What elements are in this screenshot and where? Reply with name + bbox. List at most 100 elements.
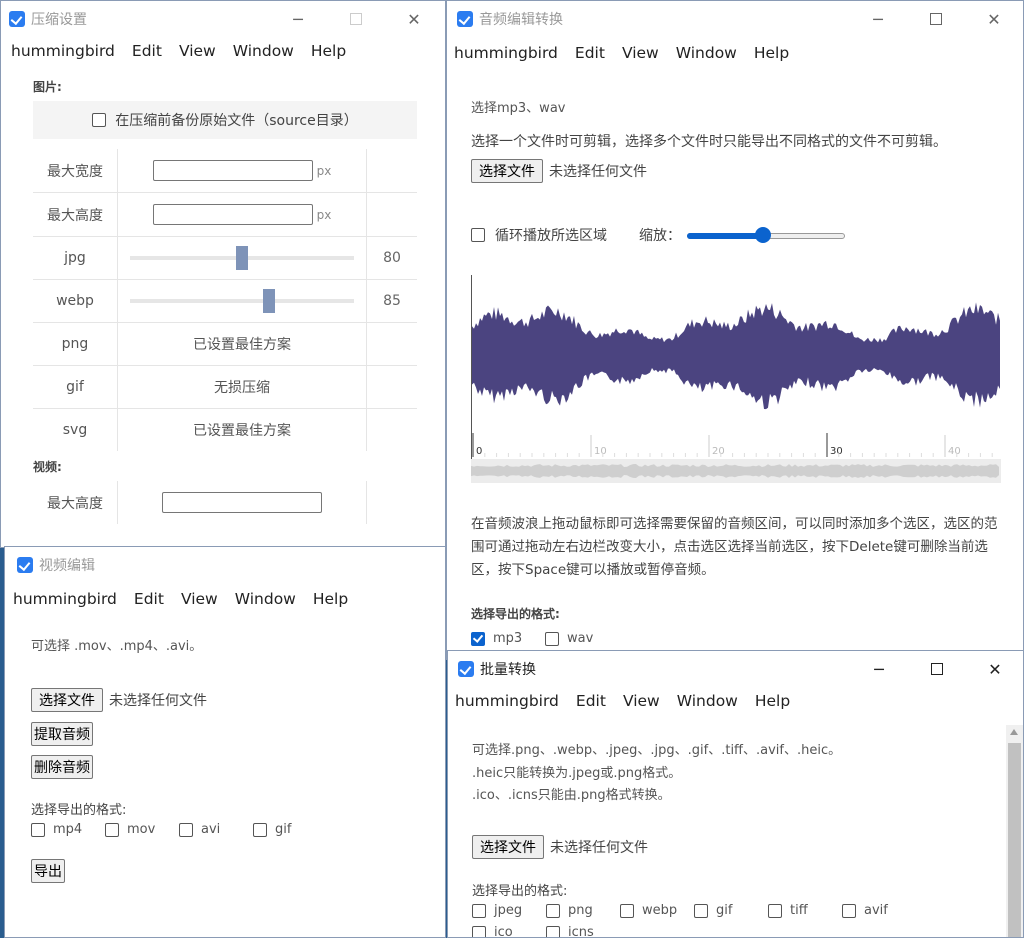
png-checkbox[interactable] [546, 903, 560, 918]
zoom-slider-thumb[interactable] [754, 227, 771, 243]
maximize-button[interactable] [908, 651, 966, 687]
compress-titlebar[interactable]: 压缩设置 ─ ✕ [1, 1, 445, 37]
menu-hummingbird[interactable]: hummingbird [454, 44, 558, 62]
choose-file-button[interactable]: 选择文件 [471, 159, 543, 183]
close-button[interactable]: ✕ [965, 1, 1023, 37]
format-option-webp[interactable]: webp [620, 903, 694, 918]
format-option-gif[interactable]: gif [253, 822, 291, 837]
mp4-checkbox[interactable] [31, 822, 45, 837]
batch-scrollbar[interactable] [1006, 725, 1023, 937]
menu-edit[interactable]: Edit [576, 692, 606, 710]
menu-help[interactable]: Help [313, 590, 348, 608]
choose-file-button[interactable]: 选择文件 [31, 688, 103, 712]
menu-window[interactable]: Window [233, 42, 294, 60]
unit-label: px [316, 163, 332, 178]
option-label: avi [201, 822, 221, 837]
scrollbar-thumb[interactable] [1008, 743, 1021, 937]
row-label: webp [33, 279, 118, 322]
menubar: hummingbird Edit View Window Help [5, 585, 445, 613]
delete-audio-button[interactable]: 删除音频 [31, 755, 93, 779]
format-option-avi[interactable]: avi [179, 822, 253, 837]
menu-view[interactable]: View [623, 692, 660, 710]
export-button[interactable]: 导出 [31, 859, 65, 883]
batch-titlebar[interactable]: 批量转换 ─ ✕ [448, 651, 1023, 687]
loop-checkbox[interactable] [471, 228, 485, 242]
timeline-tick-label: 30 [830, 446, 843, 457]
gif-checkbox[interactable] [253, 822, 267, 837]
audio-titlebar[interactable]: 音频编辑转换 ─ ✕ [447, 1, 1023, 37]
close-button[interactable]: ✕ [966, 651, 1023, 687]
max-width-row: 最大宽度 px [33, 149, 417, 193]
choose-file-button[interactable]: 选择文件 [472, 835, 544, 859]
webp-checkbox[interactable] [620, 903, 634, 918]
minimize-button[interactable]: ─ [269, 1, 327, 37]
format-option-gif[interactable]: gif [694, 903, 768, 918]
timeline-tick-label: 10 [594, 446, 607, 457]
format-option-avif[interactable]: avif [842, 903, 916, 918]
menu-hummingbird[interactable]: hummingbird [13, 590, 117, 608]
format-option-mp3[interactable]: mp3 [471, 631, 545, 646]
video-max-height-input[interactable] [162, 492, 322, 513]
menu-window[interactable]: Window [676, 44, 737, 62]
menu-help[interactable]: Help [311, 42, 346, 60]
video-section-label: 视频: [33, 460, 62, 474]
minimize-button[interactable]: ─ [849, 1, 907, 37]
gif-checkbox[interactable] [694, 903, 708, 918]
webp-slider-track[interactable] [130, 298, 354, 303]
wav-checkbox[interactable] [545, 631, 559, 646]
menu-help[interactable]: Help [754, 44, 789, 62]
menu-view[interactable]: View [179, 42, 216, 60]
mp3-checkbox[interactable] [471, 631, 485, 646]
row-label: 最大宽度 [33, 149, 118, 192]
backup-row[interactable]: 在压缩前备份原始文件（source目录） [33, 101, 417, 139]
no-file-label: 未选择任何文件 [550, 840, 648, 856]
format-option-ico[interactable]: ico [472, 925, 546, 937]
row-label: 最大高度 [33, 193, 118, 236]
format-option-jpeg[interactable]: jpeg [472, 903, 546, 918]
menu-hummingbird[interactable]: hummingbird [11, 42, 115, 60]
menu-view[interactable]: View [622, 44, 659, 62]
video-titlebar[interactable]: 视频编辑 [5, 547, 445, 583]
jpg-slider-thumb[interactable] [236, 245, 248, 270]
menu-hummingbird[interactable]: hummingbird [455, 692, 559, 710]
mov-checkbox[interactable] [105, 822, 119, 837]
format-option-icns[interactable]: icns [546, 925, 620, 937]
extract-audio-button[interactable]: 提取音频 [31, 722, 93, 746]
jpg-row: jpg 80 [33, 236, 417, 280]
format-option-wav[interactable]: wav [545, 631, 593, 646]
format-option-tiff[interactable]: tiff [768, 903, 842, 918]
menu-edit[interactable]: Edit [575, 44, 605, 62]
max-width-input[interactable] [152, 160, 313, 181]
max-height-input[interactable] [152, 204, 313, 225]
jpeg-checkbox[interactable] [472, 903, 486, 918]
webp-slider-thumb[interactable] [262, 288, 275, 313]
maximize-button[interactable] [907, 1, 965, 37]
backup-checkbox[interactable] [92, 113, 107, 127]
audio-waveform[interactable]: 0 10 20 30 40 [471, 271, 1001, 487]
menubar: hummingbird Edit View Window Help [1, 37, 445, 65]
window-title: 音频编辑转换 [479, 12, 563, 28]
format-option-mov[interactable]: mov [105, 822, 179, 837]
icns-checkbox[interactable] [546, 925, 560, 937]
format-option-png[interactable]: png [546, 903, 620, 918]
avif-checkbox[interactable] [842, 903, 856, 918]
menu-view[interactable]: View [181, 590, 218, 608]
avi-checkbox[interactable] [179, 822, 193, 837]
ico-checkbox[interactable] [472, 925, 486, 937]
menu-window[interactable]: Window [235, 590, 296, 608]
scroll-up-arrow-icon[interactable] [1010, 729, 1018, 735]
zoom-slider[interactable] [687, 227, 845, 243]
maximize-button[interactable] [327, 1, 385, 37]
menu-help[interactable]: Help [755, 692, 790, 710]
gif-row: gif 无损压缩 [33, 365, 417, 409]
menu-edit[interactable]: Edit [132, 42, 162, 60]
minimize-button[interactable]: ─ [850, 651, 908, 687]
timeline-tick-label: 0 [476, 446, 482, 457]
menu-window[interactable]: Window [677, 692, 738, 710]
tiff-checkbox[interactable] [768, 903, 782, 918]
menu-edit[interactable]: Edit [134, 590, 164, 608]
gif-setting-text: 无损压缩 [118, 365, 367, 408]
close-button[interactable]: ✕ [385, 1, 443, 37]
minimap-waveform[interactable] [471, 464, 999, 478]
format-option-mp4[interactable]: mp4 [31, 822, 105, 837]
